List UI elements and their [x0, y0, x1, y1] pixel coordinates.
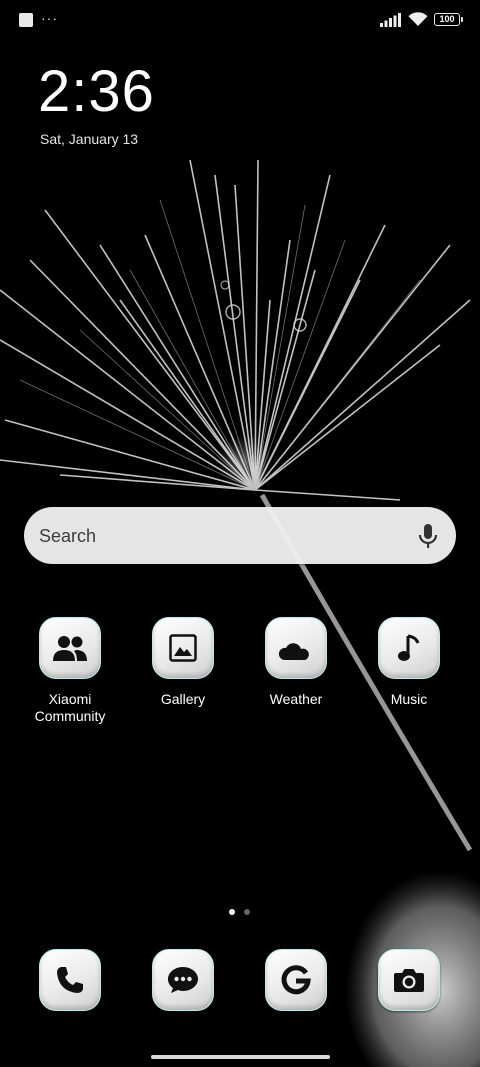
google-icon	[281, 965, 311, 995]
app-label: Weather	[269, 691, 323, 707]
signal-bars-icon	[380, 12, 401, 27]
search-bar[interactable]: Search	[24, 507, 456, 564]
app-label: Xiaomi Community	[34, 691, 106, 724]
cloud-moon-icon	[278, 638, 309, 660]
page-dot[interactable]	[244, 909, 250, 915]
app-tile[interactable]	[265, 617, 327, 679]
clock-date[interactable]: Sat, January 13	[40, 131, 138, 147]
app-tile[interactable]	[378, 617, 440, 679]
app-xiaomi-community[interactable]: Xiaomi Community	[20, 617, 120, 725]
page-indicator[interactable]	[229, 909, 250, 915]
dock-phone[interactable]	[20, 949, 120, 1011]
more-notifications-indicator: ···	[41, 10, 58, 26]
image-icon	[169, 634, 197, 662]
microphone-icon[interactable]	[417, 523, 439, 549]
message-icon	[168, 967, 198, 993]
people-icon	[53, 636, 87, 661]
wifi-icon	[408, 12, 428, 26]
status-bar: ··· 100	[0, 0, 480, 42]
dock-messages[interactable]	[133, 949, 233, 1011]
music-note-icon	[398, 634, 420, 661]
battery-indicator: 100	[434, 13, 463, 26]
app-music[interactable]: Music	[359, 617, 459, 708]
app-gallery[interactable]: Gallery	[133, 617, 233, 708]
app-label: Gallery	[160, 691, 206, 707]
app-tile[interactable]	[152, 949, 214, 1011]
app-tile[interactable]	[378, 949, 440, 1011]
app-weather[interactable]: Weather	[246, 617, 346, 708]
app-label: Music	[390, 691, 428, 707]
dock-google[interactable]	[246, 949, 346, 1011]
dock-camera[interactable]	[359, 949, 459, 1011]
search-placeholder: Search	[39, 526, 97, 546]
app-tile[interactable]	[265, 949, 327, 1011]
app-tile[interactable]	[39, 617, 101, 679]
camera-icon	[394, 969, 424, 992]
app-tile[interactable]	[152, 617, 214, 679]
page-dot-active[interactable]	[229, 909, 235, 915]
clock-time[interactable]: 2:36	[38, 58, 155, 125]
notification-icon	[19, 13, 33, 27]
app-tile[interactable]	[39, 949, 101, 1011]
phone-icon	[57, 967, 83, 993]
gesture-nav-handle[interactable]	[151, 1055, 330, 1059]
